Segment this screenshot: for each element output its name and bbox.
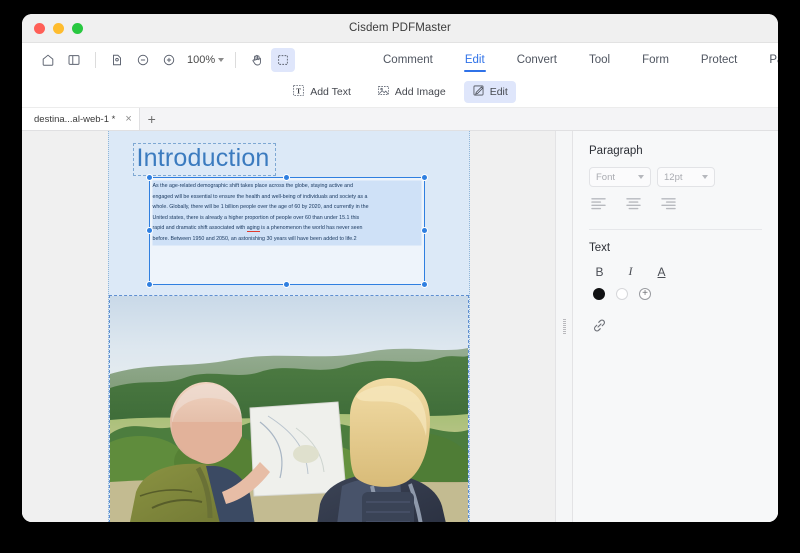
close-icon[interactable]: × [125, 113, 131, 125]
paragraph-line: United states, there is already a higher… [152, 212, 421, 224]
app-window: Cisdem PDFMaster 100% Comment Edit Conve… [22, 14, 778, 522]
resize-handle-bottom-center[interactable] [283, 282, 289, 287]
paragraph-line: whole. Globally, there will be 1 billion… [152, 202, 421, 213]
paragraph-line: As the age-related demographic shift tak… [152, 181, 421, 192]
paragraph-line: before. Between 1950 and 2050, an astoni… [152, 233, 421, 245]
text-section-title: Text [589, 242, 611, 254]
add-image-button[interactable]: Add Image [369, 81, 454, 103]
text-color-row: + [593, 288, 762, 300]
toolbar-divider-2 [235, 52, 237, 68]
panel-divider [589, 229, 762, 230]
tab-edit[interactable]: Edit [449, 43, 501, 77]
tab-convert[interactable]: Convert [501, 43, 573, 77]
window-title: Cisdem PDFMaster [349, 22, 451, 34]
tab-form[interactable]: Form [626, 43, 685, 77]
font-size-value: 12pt [664, 171, 683, 183]
document-heading[interactable]: Introduction [132, 143, 276, 176]
edit-subtoolbar: T Add Text Add Image Edit [22, 77, 778, 108]
home-icon[interactable] [36, 48, 60, 72]
underline-button[interactable]: A [655, 265, 668, 279]
color-swatch-black[interactable] [593, 288, 605, 300]
font-size-select[interactable]: 12pt [657, 167, 715, 187]
toolbar-divider [95, 52, 96, 68]
font-controls-row: Font 12pt [589, 167, 762, 187]
align-right-icon[interactable] [661, 197, 676, 215]
ribbon-tabs: Comment Edit Convert Tool Form Protect P… [367, 43, 778, 77]
main-toolbar: 100% Comment Edit Convert Tool Form Prot… [22, 43, 778, 77]
zoom-in-icon[interactable] [157, 48, 181, 72]
pdf-page[interactable]: Introduction As the age-related demograp… [107, 131, 470, 522]
selected-text-box[interactable]: As the age-related demographic shift tak… [146, 175, 427, 287]
hand-tool-icon[interactable] [245, 48, 269, 72]
chevron-down-icon [218, 58, 225, 62]
paragraph-line: rapid and dramatic shift associated with… [152, 223, 421, 234]
add-text-label: Add Text [310, 86, 351, 98]
paragraph-section-title: Paragraph [589, 145, 643, 157]
new-tab-button[interactable]: + [140, 108, 164, 130]
paragraph-line: engaged will be essential to ensure the … [152, 191, 421, 203]
link-row [592, 318, 762, 338]
add-text-button[interactable]: T Add Text [284, 81, 359, 103]
align-center-icon[interactable] [626, 197, 641, 215]
svg-text:T: T [296, 86, 301, 95]
tab-protect[interactable]: Protect [685, 43, 753, 77]
add-image-label: Add Image [394, 86, 446, 98]
zoom-out-icon[interactable] [131, 48, 155, 72]
properties-panel: Paragraph Font 12pt Text B I A + [573, 131, 778, 522]
document-image[interactable] [108, 295, 469, 522]
zoom-level-value: 100% [187, 54, 216, 66]
splitter-grip-icon [562, 318, 566, 335]
link-icon[interactable] [592, 319, 607, 337]
edit-pencil-icon [472, 84, 485, 100]
chevron-down-icon [638, 175, 644, 179]
add-image-icon [377, 84, 390, 100]
add-text-icon: T [292, 84, 305, 100]
sidebar-toggle-icon[interactable] [62, 48, 86, 72]
document-tab[interactable]: destina...al-web-1 * × [22, 108, 140, 130]
tab-comment[interactable]: Comment [367, 43, 449, 77]
font-family-value: Font [596, 171, 616, 183]
color-swatch-add[interactable]: + [639, 288, 651, 300]
align-left-icon[interactable] [591, 197, 606, 215]
resize-handle-bottom-right[interactable] [421, 282, 427, 287]
pdf-viewer[interactable]: Introduction As the age-related demograp… [22, 131, 555, 522]
resize-handle-top-center[interactable] [283, 175, 289, 180]
italic-button[interactable]: I [624, 264, 637, 279]
resize-handle-middle-right[interactable] [421, 228, 427, 233]
resize-handle-bottom-left[interactable] [146, 282, 152, 287]
page-fit-icon[interactable] [105, 48, 129, 72]
tab-tool[interactable]: Tool [573, 43, 626, 77]
edit-button[interactable]: Edit [463, 81, 516, 103]
chevron-down-icon [702, 175, 708, 179]
paragraph-text: As the age-related demographic shift tak… [152, 181, 421, 245]
document-tab-label: destina...al-web-1 * [34, 113, 116, 125]
bold-button[interactable]: B [593, 265, 606, 279]
misspelled-word[interactable]: aging [246, 225, 260, 233]
alignment-buttons-row [589, 197, 762, 215]
edit-label: Edit [489, 86, 508, 98]
toolbar-left-group: 100% [36, 48, 296, 72]
select-area-icon[interactable] [271, 48, 296, 72]
zoom-level-control[interactable]: 100% [187, 54, 225, 66]
resize-handle-top-left[interactable] [146, 175, 152, 180]
resize-handle-middle-left[interactable] [146, 228, 152, 233]
resize-handle-top-right[interactable] [421, 175, 427, 180]
body-row: Introduction As the age-related demograp… [22, 131, 778, 522]
font-family-select[interactable]: Font [589, 167, 651, 187]
panel-splitter[interactable] [555, 131, 573, 522]
document-tabstrip: destina...al-web-1 * × + [22, 108, 778, 131]
text-style-row: B I A [593, 264, 762, 279]
color-swatch-white[interactable] [616, 288, 628, 300]
tab-page[interactable]: Page [753, 43, 778, 77]
title-bar: Cisdem PDFMaster [22, 14, 778, 43]
